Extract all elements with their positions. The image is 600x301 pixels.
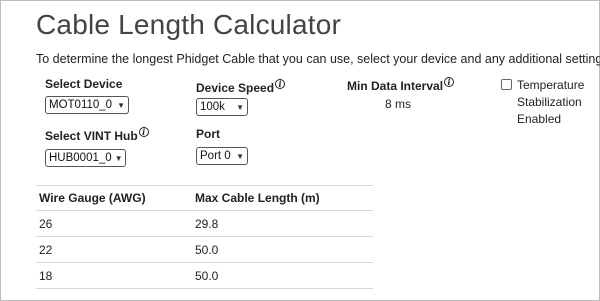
chevron-down-icon: ▼ [236,151,244,161]
max-length-cell: 50.0 [192,236,373,263]
vint-hub-select[interactable]: HUB0001_0 ▼ [45,149,126,167]
port-select[interactable]: Port 0 ▼ [196,147,248,165]
table-row: 22 50.0 [36,236,373,263]
page-title: Cable Length Calculator [36,9,342,40]
device-label-text: Select Device [45,77,123,91]
vint-hub-label-text: Select VINT Hub [45,129,138,143]
wire-gauge-cell: 26 [36,210,192,237]
wire-gauge-cell: 22 [36,236,192,263]
calculator-panel: Cable Length Calculator To determine the… [0,0,600,301]
table-row: 18 50.0 [36,262,373,289]
device-select[interactable]: MOT0110_0 ▼ [45,96,129,114]
column-header-wire-gauge: Wire Gauge (AWG) [36,185,192,211]
max-length-cell: 29.8 [192,210,373,237]
port-select-value: Port 0 [200,150,231,162]
intro-text: To determine the longest Phidget Cable t… [36,52,600,66]
device-speed-select[interactable]: 100k ▼ [196,98,248,116]
port-label-text: Port [196,127,220,141]
port-label: Port [196,127,220,141]
min-data-interval-label-text: Min Data Interval [347,79,444,93]
min-data-interval-label: Min Data Interval i [347,77,455,93]
cable-length-table: Wire Gauge (AWG) Max Cable Length (m) 26… [36,185,373,289]
wire-gauge-cell: 18 [36,262,192,289]
device-label: Select Device [45,77,122,91]
info-icon[interactable]: i [138,127,149,137]
chevron-down-icon: ▼ [117,100,125,110]
table-row: 26 29.8 [36,210,373,237]
table-header-row: Wire Gauge (AWG) Max Cable Length (m) [36,185,373,211]
temperature-stabilization-label: Temperature Stabilization Enabled [517,78,585,126]
device-speed-select-value: 100k [200,101,225,113]
chevron-down-icon: ▼ [236,102,244,112]
min-data-interval-value: 8 ms [385,97,412,111]
vint-hub-select-value: HUB0001_0 [49,152,112,164]
device-speed-label-text: Device Speed [196,81,275,95]
temperature-stabilization-checkbox[interactable] [501,79,512,90]
device-speed-label: Device Speed i [196,79,286,95]
device-select-value: MOT0110_0 [49,99,113,111]
chevron-down-icon: ▼ [114,153,123,163]
info-icon[interactable]: i [275,79,286,89]
column-header-max-length: Max Cable Length (m) [192,185,373,211]
vint-hub-label: Select VINT Hub i [45,127,149,143]
max-length-cell: 50.0 [192,262,373,289]
info-icon[interactable]: i [444,77,455,87]
